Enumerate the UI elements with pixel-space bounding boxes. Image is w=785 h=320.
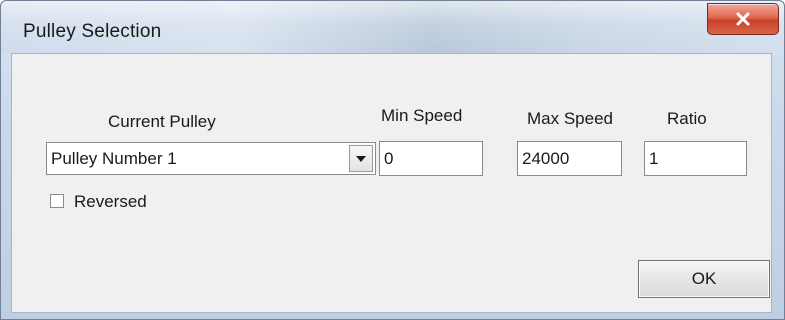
max-speed-label: Max Speed [527,109,613,128]
close-icon [708,4,778,34]
max-speed-input[interactable]: 24000 [517,141,622,176]
dropdown-button[interactable] [349,145,373,172]
min-speed-input[interactable]: 0 [379,141,483,176]
reversed-label[interactable]: Reversed [74,192,147,212]
ok-button[interactable]: OK [638,260,770,298]
dialog-content: Current Pulley Min Speed Max Speed Ratio… [11,53,772,313]
current-pulley-label: Current Pulley [108,112,216,131]
window-title: Pulley Selection [23,21,162,42]
max-speed-value: 24000 [522,149,570,168]
dialog-window: Pulley Selection Current Pulley Min Spee… [0,0,785,320]
title-bar[interactable]: Pulley Selection [1,1,784,53]
triangle-down-icon [356,155,366,162]
reversed-checkbox[interactable] [50,194,64,208]
ratio-label: Ratio [667,109,707,128]
min-speed-label: Min Speed [381,106,463,125]
ratio-value: 1 [649,149,659,168]
ratio-input[interactable]: 1 [644,141,747,176]
min-speed-value: 0 [384,149,394,168]
close-button[interactable] [707,3,779,35]
current-pulley-dropdown[interactable]: Pulley Number 1 [46,142,376,175]
current-pulley-value: Pulley Number 1 [51,149,177,168]
